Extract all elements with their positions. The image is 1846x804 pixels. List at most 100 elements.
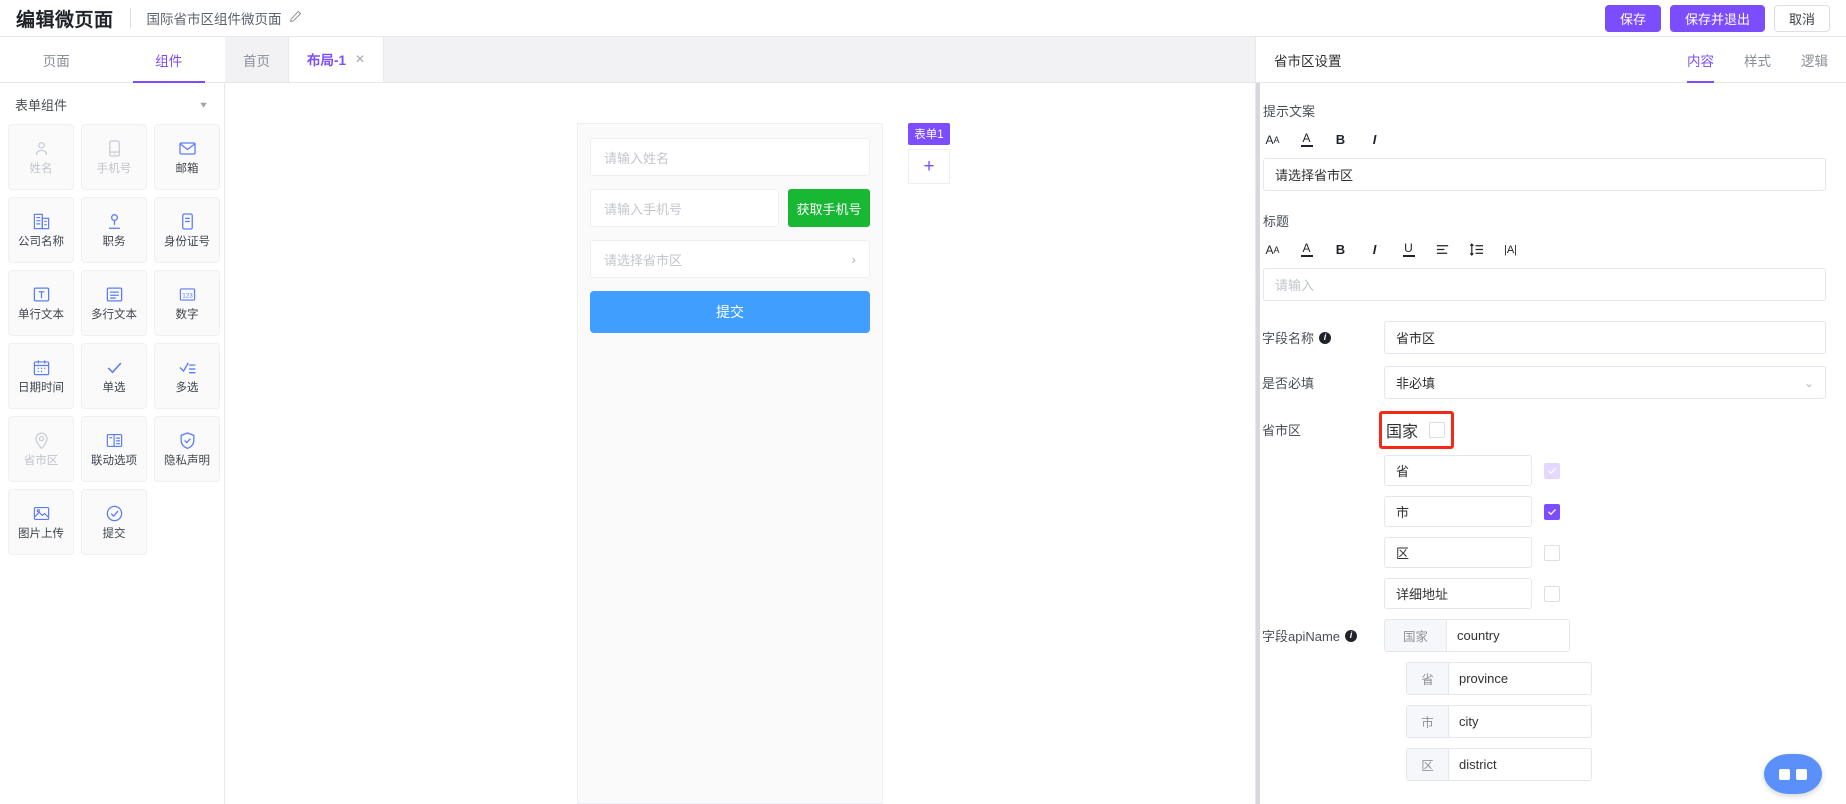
letter-spacing-icon[interactable]: |A| [1502,240,1519,259]
font-size-icon[interactable]: AA [1264,130,1281,149]
palette-tile-number[interactable]: 123 数字 [154,270,220,336]
info-icon[interactable]: i [1345,629,1358,642]
cancel-button[interactable]: 取消 [1773,4,1830,32]
tab-pages[interactable]: 页面 [0,37,113,82]
palette-group-header[interactable]: 表单组件 ▼ [0,83,224,124]
palette-tile-submit[interactable]: 提交 [81,489,147,555]
bold-icon[interactable]: B [1332,240,1349,259]
region-country-checkbox[interactable] [1429,422,1446,438]
region-city-checkbox[interactable] [1544,503,1560,520]
app-title: 编辑微页面 [16,9,114,31]
chevron-down-icon: ⌄ [1803,375,1814,390]
canvas-tab-home-label: 首页 [243,53,270,69]
palette-tile-multi-line-text[interactable]: 多行文本 [81,270,147,336]
pencil-icon[interactable] [289,10,302,26]
panel-tab-logic[interactable]: 逻辑 [1801,37,1828,83]
font-size-icon[interactable]: AA [1264,240,1281,259]
preview-phone-input[interactable]: 请输入手机号 [590,189,779,227]
bold-icon[interactable]: B [1332,130,1349,149]
font-color-icon[interactable]: A [1298,130,1315,149]
tab-components[interactable]: 组件 [113,37,226,83]
palette-tile-label: 公司名称 [18,236,64,249]
save-button[interactable]: 保存 [1604,4,1661,32]
region-district-row: 区 [1384,537,1826,568]
italic-icon[interactable]: I [1366,130,1383,149]
robot-assistant-button[interactable] [1764,754,1822,794]
canvas-tab-layout-1[interactable]: 布局-1 ✕ [289,37,385,82]
title-input[interactable]: 请输入 [1263,268,1826,301]
title-input-placeholder: 请输入 [1275,278,1315,293]
panel-tab-content[interactable]: 内容 [1687,37,1714,83]
info-icon[interactable]: i [1319,331,1332,344]
region-address-input[interactable]: 详细地址 [1384,578,1532,609]
palette-tile-idcard[interactable]: 身份证号 [154,197,220,263]
region-province-input[interactable]: 省 [1384,455,1532,486]
api-name-city-input[interactable]: city [1449,706,1591,737]
api-name-row-province: 省 province [1406,662,1826,695]
shield-icon [177,430,197,450]
palette-tile-single-line-text[interactable]: 单行文本 [8,270,74,336]
preview-name-input[interactable]: 请输入姓名 [590,138,870,176]
region-city-input[interactable]: 市 [1384,496,1532,527]
palette-tile-company[interactable]: 公司名称 [8,197,74,263]
api-name-city-group: 市 city [1406,705,1592,738]
hint-text-section: 提示文案 AA A B I 请选择省市区 [1262,101,1826,191]
palette-tile-region[interactable]: 省市区 [8,416,74,482]
submit-icon [104,503,124,523]
canvas-tab-home[interactable]: 首页 [225,37,289,82]
palette-tile-image-upload[interactable]: 图片上传 [8,489,74,555]
panel-tab-style[interactable]: 样式 [1744,37,1771,83]
palette-tile-phone[interactable]: 手机号 [81,124,147,190]
region-address-checkbox[interactable] [1544,585,1560,602]
close-icon[interactable]: ✕ [355,52,365,66]
api-name-label: 字段apiName [1262,629,1341,644]
region-district-input[interactable]: 区 [1384,537,1532,568]
palette-tile-email[interactable]: 邮箱 [154,124,220,190]
mobile-icon [104,138,124,158]
field-name-input[interactable]: 省市区 [1384,321,1826,354]
palette-tile-label: 手机号 [96,163,132,176]
palette-tile-label: 隐私声明 [164,455,210,468]
api-name-country-input[interactable]: country [1447,620,1569,651]
region-address-row: 详细地址 [1384,578,1826,609]
api-name-district-input[interactable]: district [1449,749,1591,780]
palette-tile-label: 多选 [175,382,199,395]
number-icon: 123 [177,284,197,304]
region-row-first: 省市区 国家 省 市 区 详细地址 [1262,411,1826,619]
preview-phone-row: 请输入手机号 获取手机号 [590,189,870,227]
field-name-label-wrap: 字段名称 i [1262,328,1384,347]
preview-submit-button[interactable]: 提交 [590,291,870,333]
api-name-province-input[interactable]: province [1449,663,1591,694]
api-name-row-country: 字段apiName i 国家 country [1262,619,1826,652]
palette-tile-cascader[interactable]: 联动选项 [81,416,147,482]
palette-tile-position[interactable]: 职务 [81,197,147,263]
chevron-down-icon[interactable]: ▼ [198,100,209,109]
palette-tile-privacy[interactable]: 隐私声明 [154,416,220,482]
region-country-input[interactable]: 国家 [1386,418,1418,442]
save-and-exit-button[interactable]: 保存并退出 [1669,4,1765,32]
form-badge[interactable]: 表单1 [908,123,950,145]
palette-tile-checkbox[interactable]: 多选 [154,343,220,409]
palette-tile-name[interactable]: 姓名 [8,124,74,190]
app-root: 编辑微页面 国际省市区组件微页面 保存 保存并退出 取消 页面 组件 首页 布局… [0,0,1846,804]
required-select[interactable]: 非必填 ⌄ [1384,366,1826,399]
tab-bar: 页面 组件 首页 布局-1 ✕ 省市区设置 内容 样式 逻辑 [0,37,1846,83]
region-district-checkbox[interactable] [1544,544,1560,561]
palette-tile-label: 单行文本 [18,309,64,322]
italic-icon[interactable]: I [1366,240,1383,259]
field-name-label: 字段名称 [1262,331,1315,346]
palette-tile-radio[interactable]: 单选 [81,343,147,409]
region-province-checkbox[interactable] [1544,462,1560,479]
font-color-icon[interactable]: A [1298,240,1315,259]
user-icon [31,138,51,158]
align-left-icon[interactable] [1434,240,1451,259]
preview-region-select[interactable]: 请选择省市区 › [590,240,870,278]
hint-text-input[interactable]: 请选择省市区 [1263,158,1826,191]
line-height-icon[interactable] [1468,240,1485,259]
underline-icon[interactable]: U [1400,240,1417,259]
settings-panel-content: 提示文案 AA A B I 请选择省市区 标题 AA A B I U |A| 请… [1256,83,1846,804]
palette-tile-datetime[interactable]: 日期时间 [8,343,74,409]
calendar-icon [31,357,51,377]
preview-get-code-button[interactable]: 获取手机号 [788,189,870,227]
plus-icon[interactable]: + [908,149,950,184]
